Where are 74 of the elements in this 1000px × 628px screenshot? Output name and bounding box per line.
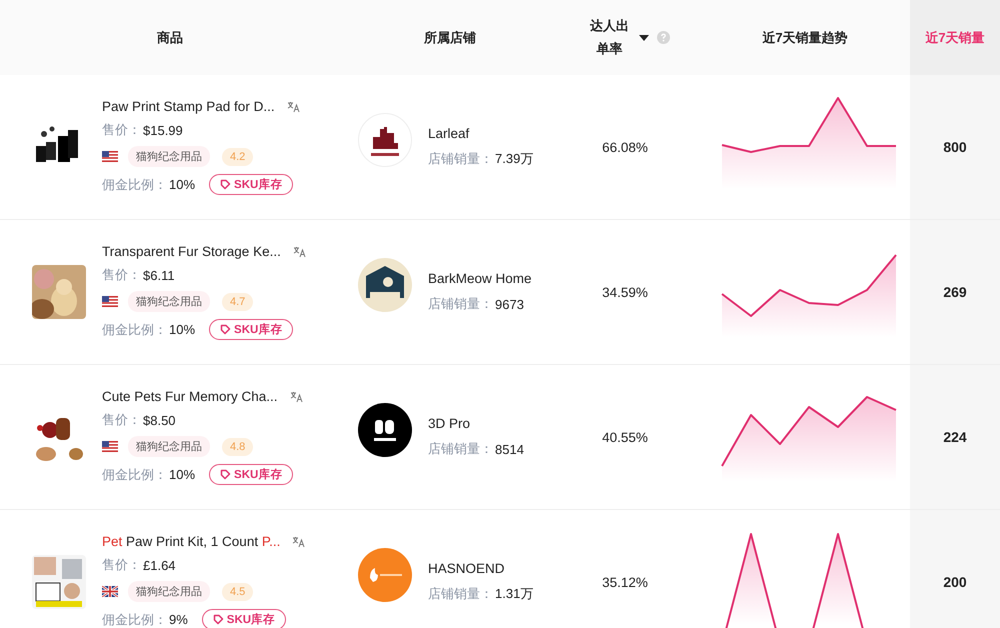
store-logo	[358, 548, 412, 602]
product-title[interactable]: Paw Print Stamp Pad for D...	[102, 99, 275, 114]
store-logo	[358, 403, 412, 457]
price-label: 售价：	[102, 411, 141, 429]
store-name[interactable]: HASNOEND	[428, 561, 534, 576]
flag-icon	[102, 586, 118, 597]
translate-icon[interactable]	[290, 390, 303, 402]
translate-icon[interactable]	[292, 536, 306, 548]
sku-stock-button[interactable]: SKU库存	[209, 464, 294, 485]
commission-label: 佣金比例：	[102, 610, 167, 628]
store-sales-value: 8514	[495, 442, 524, 456]
store-sales-label: 店铺销量：	[428, 585, 493, 603]
column-header[interactable]: 达人出单率	[590, 15, 629, 60]
category-tag: 猫狗纪念用品	[128, 291, 210, 312]
tag-icon	[212, 614, 224, 625]
rating-tag: 4.2	[222, 148, 254, 166]
tag-icon	[220, 179, 232, 190]
weekly-sales: 269	[943, 284, 967, 300]
product-title[interactable]: Transparent Fur Storage Ke...	[102, 244, 281, 259]
price-value: $8.50	[143, 412, 176, 428]
tag-icon	[220, 469, 232, 480]
weekly-sales: 224	[943, 429, 967, 445]
order-rate: 40.55%	[602, 430, 648, 444]
weekly-sales: 200	[943, 574, 967, 590]
price-label: 售价：	[102, 556, 141, 574]
column-header[interactable]: 所属店铺	[424, 28, 476, 46]
store-name[interactable]: 3D Pro	[428, 416, 524, 431]
product-title[interactable]: Pet Paw Print Kit, 1 Count P...	[102, 534, 280, 549]
category-tag: 猫狗纪念用品	[128, 436, 210, 457]
store-sales-label: 店铺销量：	[428, 295, 493, 313]
commission-label: 佣金比例：	[102, 466, 167, 484]
commission-label: 佣金比例：	[102, 320, 167, 338]
rating-tag: 4.5	[222, 582, 254, 600]
price-label: 售价：	[102, 121, 141, 139]
column-header[interactable]: 商品	[157, 28, 183, 46]
price-value: £1.64	[143, 558, 176, 572]
flag-icon	[102, 296, 118, 307]
commission-value: 10%	[169, 177, 196, 192]
order-rate: 66.08%	[602, 140, 648, 154]
store-sales-value: 7.39万	[495, 150, 534, 168]
commission-value: 10%	[169, 322, 196, 337]
store-name[interactable]: Larleaf	[428, 126, 534, 141]
column-header[interactable]: 近7天销量	[925, 28, 985, 46]
order-rate: 35.12%	[602, 574, 648, 590]
order-rate: 34.59%	[602, 284, 648, 300]
store-sales-value: 9673	[495, 296, 524, 312]
category-tag: 猫狗纪念用品	[128, 146, 210, 167]
commission-label: 佣金比例：	[102, 176, 167, 194]
store-logo	[358, 258, 412, 312]
rating-tag: 4.8	[222, 438, 254, 456]
rating-tag: 4.7	[222, 292, 254, 310]
price-value: $15.99	[143, 122, 183, 138]
translate-icon[interactable]	[286, 100, 300, 112]
commission-value: 9%	[169, 612, 188, 627]
tag-icon	[220, 324, 232, 335]
price-value: $6.11	[143, 268, 175, 282]
sku-stock-button[interactable]: SKU库存	[209, 319, 294, 340]
store-logo	[358, 113, 412, 167]
column-header[interactable]: 近7天销量趋势	[762, 28, 848, 46]
category-tag: 猫狗纪念用品	[128, 581, 210, 602]
product-title[interactable]: Cute Pets Fur Memory Cha...	[102, 389, 278, 404]
store-sales-label: 店铺销量：	[428, 440, 493, 458]
flag-icon	[102, 441, 118, 452]
weekly-sales: 800	[943, 139, 967, 155]
translate-icon[interactable]	[292, 246, 306, 258]
sku-stock-button[interactable]: SKU库存	[202, 609, 286, 628]
store-name[interactable]: BarkMeow Home	[428, 271, 532, 286]
commission-value: 10%	[169, 467, 196, 482]
price-label: 售价：	[102, 266, 141, 284]
flag-icon	[102, 151, 118, 162]
store-sales-label: 店铺销量：	[428, 150, 493, 168]
store-sales-value: 1.31万	[495, 585, 534, 603]
sort-caret-icon[interactable]	[639, 34, 649, 40]
sku-stock-button[interactable]: SKU库存	[209, 174, 294, 195]
